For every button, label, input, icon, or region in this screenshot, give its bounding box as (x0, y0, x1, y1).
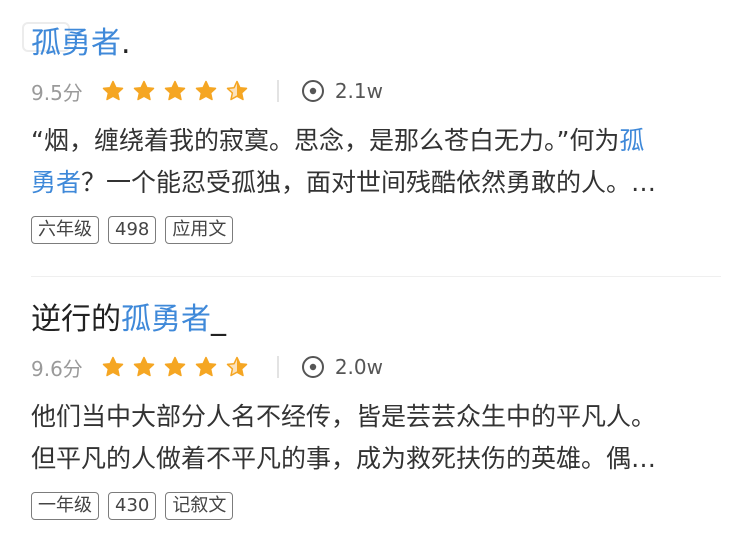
title-highlight: 孤勇者 (31, 26, 121, 61)
tag-list: 六年级 498 应用文 (31, 216, 721, 244)
excerpt-text: ？一个能忍受孤独，面对世间残酷依然勇敢的人。… (81, 168, 657, 197)
card-divider (31, 276, 721, 277)
title-prefix: 逆行的 (31, 302, 121, 337)
essay-card-1[interactable]: 孤勇者. 9.5分 2.1w “烟，缠绕着我的寂寞。思念，是那么苍白无力。”何为… (31, 22, 721, 244)
rating-stars (101, 355, 249, 379)
tag-genre[interactable]: 应用文 (165, 216, 234, 244)
excerpt-text: “烟，缠绕着我的寂寞。思念，是那么苍白无力。”何为 (31, 126, 620, 155)
score: 9.5分 (31, 80, 83, 105)
excerpt-highlight: 勇者 (31, 168, 82, 197)
score: 9.6分 (31, 356, 83, 381)
title-highlight: 孤勇者 (121, 302, 211, 337)
essay-title[interactable]: 逆行的孤勇者_ (31, 298, 721, 342)
star-icon (194, 355, 218, 379)
meta-row: 9.6分 2.0w (31, 344, 721, 390)
view-count: 2.0w (334, 355, 383, 379)
excerpt-line-1: 他们当中大部分人名不经传，皆是芸芸众生中的平凡人。 (31, 402, 657, 431)
excerpt-highlight: 孤 (619, 126, 645, 155)
divider (276, 356, 279, 378)
view-count: 2.1w (334, 79, 383, 103)
title-suffix: . (121, 26, 131, 61)
tag-word-count[interactable]: 430 (108, 492, 157, 520)
essay-excerpt: “烟，缠绕着我的寂寞。思念，是那么苍白无力。”何为孤 勇者？一个能忍受孤独，面对… (31, 120, 707, 204)
excerpt-line-1: “烟，缠绕着我的寂寞。思念，是那么苍白无力。”何为孤 (31, 120, 707, 162)
eye-icon (301, 79, 325, 103)
essay-card-2[interactable]: 逆行的孤勇者_ 9.6分 2.0w 他们当中大部分人名不经传，皆是芸芸众生中的平… (31, 298, 721, 520)
meta-row: 9.5分 2.1w (31, 68, 721, 114)
tag-list: 一年级 430 记叙文 (31, 492, 721, 520)
star-icon (132, 355, 156, 379)
tag-grade[interactable]: 六年级 (31, 216, 99, 244)
star-icon (194, 79, 218, 103)
eye-icon (301, 355, 325, 379)
half-star-icon (225, 355, 249, 379)
views: 2.1w (301, 79, 383, 103)
views: 2.0w (301, 355, 383, 379)
rating-stars (101, 79, 249, 103)
tag-genre[interactable]: 记叙文 (165, 492, 234, 520)
excerpt-line-2: 但平凡的人做着不平凡的事，成为救死扶伤的英雄。偶… (31, 444, 657, 473)
title-suffix: _ (211, 302, 226, 337)
star-icon (101, 79, 125, 103)
half-star-icon (225, 79, 249, 103)
essay-excerpt: 他们当中大部分人名不经传，皆是芸芸众生中的平凡人。 但平凡的人做着不平凡的事，成… (31, 396, 707, 480)
divider (276, 80, 279, 102)
star-icon (163, 355, 187, 379)
excerpt-line-2: 勇者？一个能忍受孤独，面对世间残酷依然勇敢的人。… (31, 162, 707, 204)
star-icon (163, 79, 187, 103)
star-icon (132, 79, 156, 103)
tag-word-count[interactable]: 498 (108, 216, 157, 244)
star-icon (101, 355, 125, 379)
essay-title[interactable]: 孤勇者. (31, 22, 721, 66)
tag-grade[interactable]: 一年级 (31, 492, 99, 520)
